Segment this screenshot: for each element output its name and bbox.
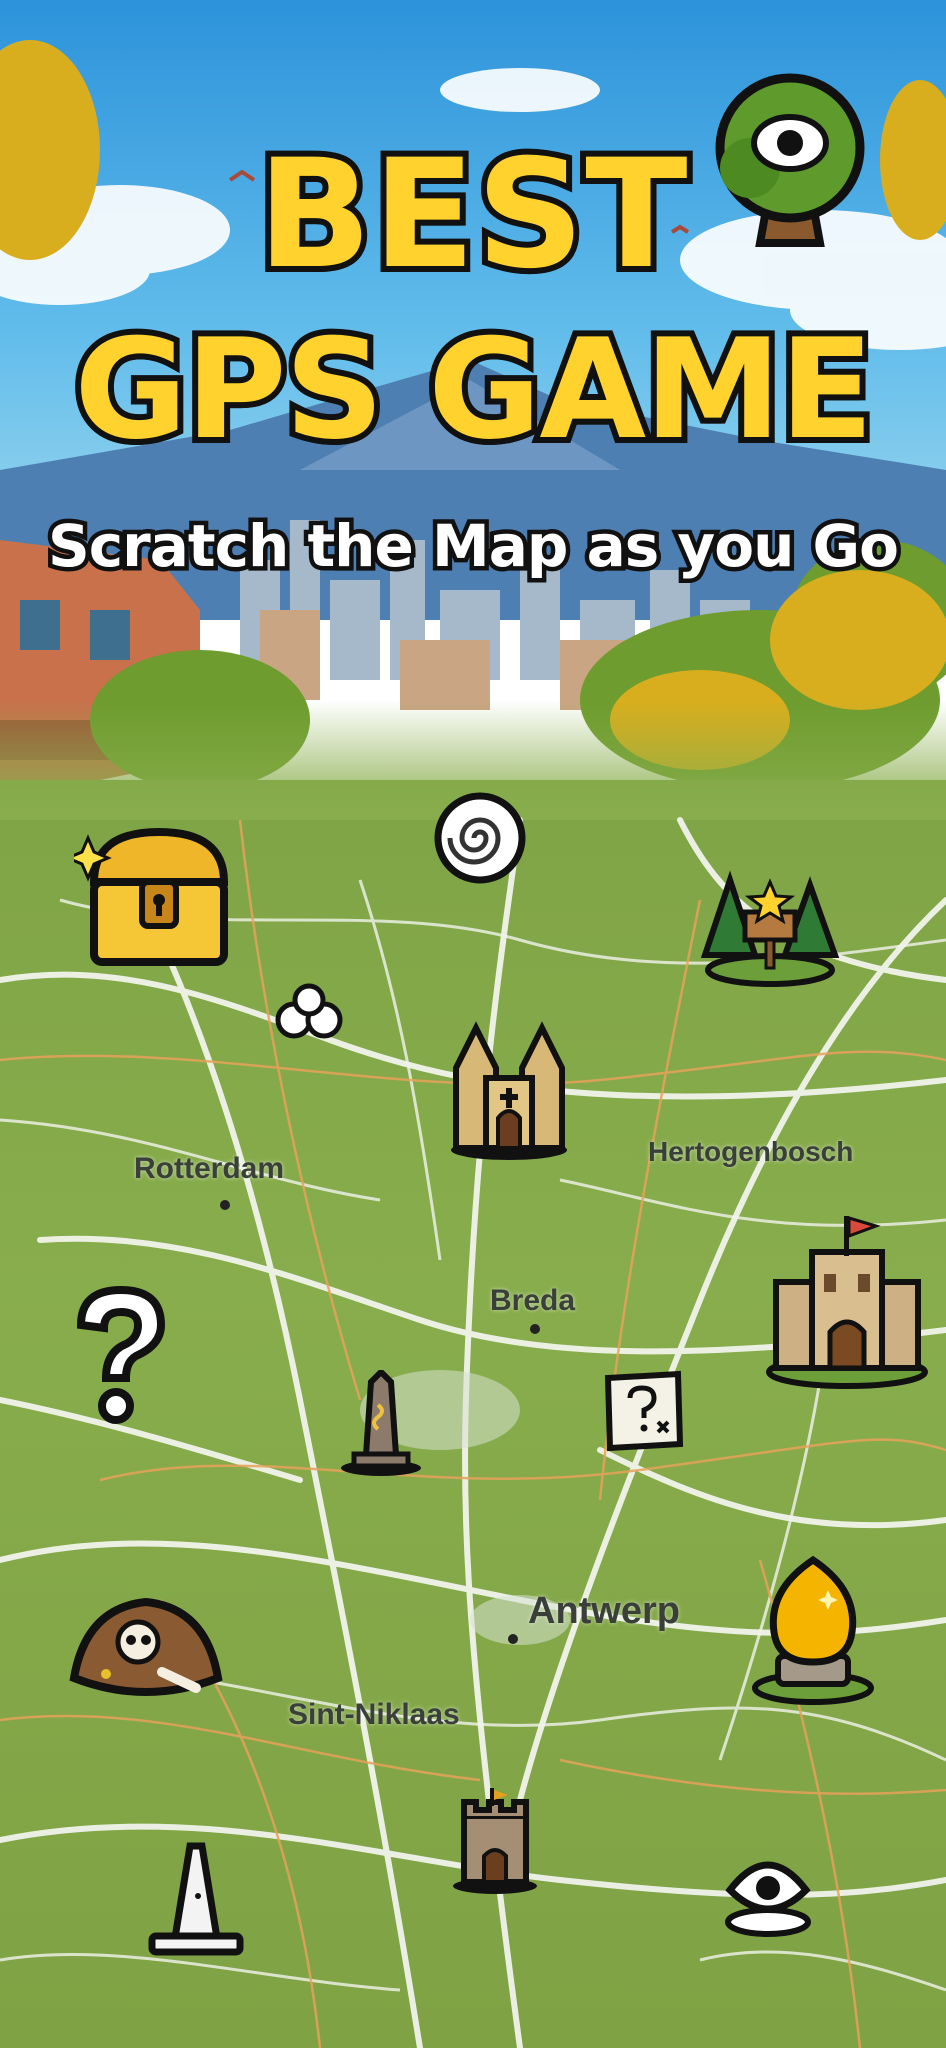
city-dot-breda [530,1324,540,1334]
city-label-antwerp: Antwerp [528,1590,680,1632]
headline-subtitle: Scratch the Map as you Go [43,508,903,585]
eye-stone-icon[interactable] [718,1840,818,1940]
mystery-map-icon[interactable] [600,1368,686,1454]
city-label-hertogenbosch: Hertogenbosch [648,1136,854,1167]
stone-spire-icon[interactable] [144,1840,248,1960]
cathedral-icon[interactable] [446,1018,572,1164]
headline-line-2: GPS GAME [68,309,880,470]
city-label-breda: Breda [490,1284,576,1317]
castle-flag-icon[interactable] [764,1212,930,1392]
forest-sign-icon[interactable] [700,860,840,990]
stones-icon[interactable] [272,982,348,1042]
city-label-sint-niklaas: Sint-Niklaas [288,1698,460,1731]
skull-dig-icon[interactable] [66,1578,226,1708]
city-dot-antwerp [508,1634,518,1644]
small-tower-icon[interactable] [450,1786,540,1896]
obelisk-icon[interactable] [336,1370,426,1480]
golden-egg-icon[interactable] [748,1550,878,1710]
question-mark-icon[interactable] [66,1280,176,1430]
treasure-chest-icon[interactable] [74,812,244,982]
city-dot-rotterdam [220,1200,230,1210]
city-label-rotterdam: Rotterdam [134,1152,285,1185]
eye-tree-icon[interactable] [700,68,880,258]
promo-screen: BEST GPS GAME Scratch the Map as you Go … [0,0,946,2048]
swirl-portal-icon[interactable] [432,790,528,886]
